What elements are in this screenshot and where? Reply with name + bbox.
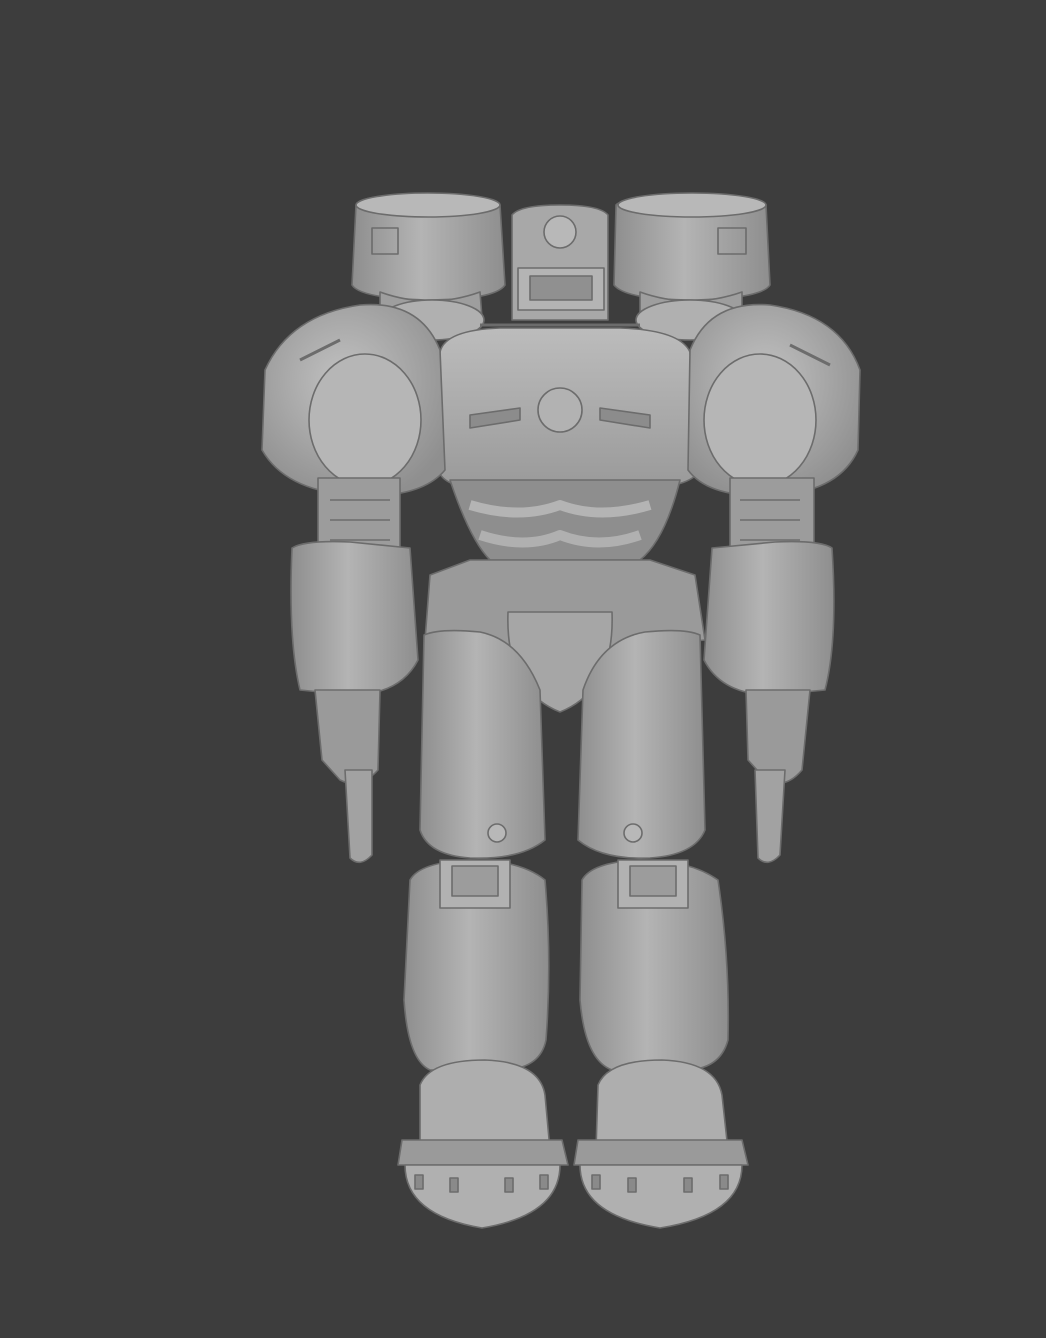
left-boot xyxy=(397,1059,569,1229)
right-thigh xyxy=(577,629,706,859)
armor-model[interactable] xyxy=(0,0,1046,1338)
left-shin xyxy=(403,859,550,1071)
right-shoulder-pad xyxy=(687,303,861,497)
left-thigh xyxy=(419,629,546,859)
3d-viewport[interactable] xyxy=(0,0,1046,1338)
right-shin xyxy=(579,859,730,1071)
